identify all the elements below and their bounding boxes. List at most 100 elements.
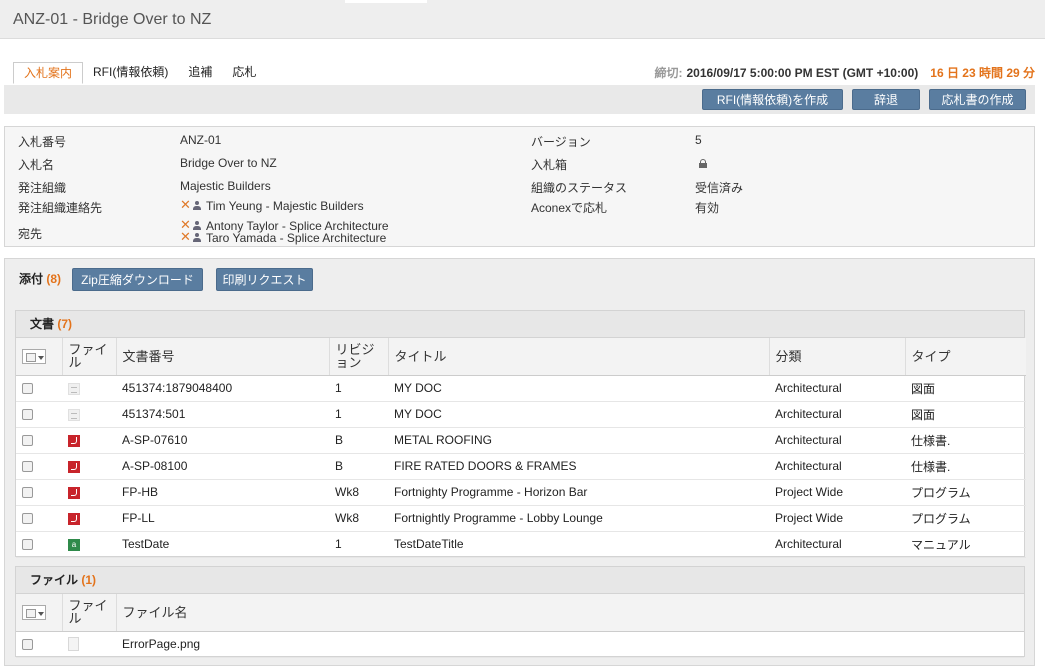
documents-label: 文書 xyxy=(30,317,55,331)
files-header-row: ファイル ファイル名 xyxy=(16,594,1024,632)
type: 仕様書. xyxy=(905,453,1026,480)
type: プログラム xyxy=(905,479,1026,506)
col-title[interactable]: タイトル xyxy=(387,338,769,376)
table-row[interactable]: ErrorPage.png xyxy=(16,631,1024,658)
image-file-icon[interactable] xyxy=(68,637,79,652)
documents-header-row: ファイル 文書番号 リビジョン タイトル 分類 タイプ xyxy=(16,338,1026,376)
file-name[interactable]: ErrorPage.png xyxy=(116,631,1024,658)
col-file[interactable]: ファイル xyxy=(61,338,116,376)
select-all-dropdown[interactable] xyxy=(22,604,46,620)
category: Project Wide xyxy=(769,479,905,506)
recipient-2-name[interactable]: Taro Yamada - Splice Architecture xyxy=(206,231,386,245)
deadline: 締切: 2016/09/17 5:00:00 PM EST (GMT +10:00… xyxy=(655,64,1036,81)
col-type[interactable]: タイプ xyxy=(904,338,1026,376)
select-all-dropdown[interactable] xyxy=(22,348,46,364)
issuer-contact-label: 発注組織連絡先 xyxy=(18,201,103,215)
pdf-file-icon[interactable] xyxy=(68,460,80,473)
row-checkbox[interactable] xyxy=(22,461,33,473)
col-file[interactable]: ファイル xyxy=(61,594,116,632)
files-label: ファイル xyxy=(30,573,79,587)
revision: Wk8 xyxy=(329,479,388,506)
version-label: バージョン xyxy=(531,135,591,149)
lock-icon xyxy=(699,157,707,171)
tab-bar: 入札案内 RFI(情報依頼) 追補 応札 xyxy=(13,62,266,84)
recipient-2: ✕ Taro Yamada - Splice Architecture xyxy=(180,229,386,245)
documents-panel: 文書 (7) ファイル 文書番号 リビジョン タイトル 分類 タイプ 45137… xyxy=(15,310,1026,558)
select-all-cell xyxy=(16,594,62,632)
type: プログラム xyxy=(905,505,1026,532)
doc-no[interactable]: 451374:1879048400 xyxy=(116,375,329,402)
attachments-label: 添付 xyxy=(19,272,44,286)
version-value: 5 xyxy=(695,133,702,147)
revision: 1 xyxy=(329,375,388,402)
zip-download-button[interactable]: Zip圧縮ダウンロード xyxy=(72,268,203,291)
contact-person-icon: ✕ xyxy=(180,197,202,212)
doc-file-icon[interactable] xyxy=(68,408,80,421)
attachments-section: 添付 (8) Zip圧縮ダウンロード 印刷リクエスト 文書 (7) ファイル 文… xyxy=(4,258,1035,666)
revision: Wk8 xyxy=(329,505,388,532)
row-checkbox[interactable] xyxy=(22,539,33,551)
row-checkbox[interactable] xyxy=(22,513,33,525)
row-checkbox[interactable] xyxy=(22,409,33,421)
select-all-cell xyxy=(16,338,62,376)
aconex-response-value: 有効 xyxy=(695,201,720,215)
table-row[interactable]: a TestDate 1 TestDateTitle Architectural… xyxy=(16,531,1026,558)
revision: 1 xyxy=(329,401,388,428)
doc-no[interactable]: FP-LL xyxy=(116,505,329,532)
col-category[interactable]: 分類 xyxy=(768,338,905,376)
tab-tender-info[interactable]: 入札案内 xyxy=(13,62,84,84)
doc-no[interactable]: FP-HB xyxy=(116,479,329,506)
tab-rfi[interactable]: RFI(情報依頼) xyxy=(83,62,178,84)
title: METAL ROOFING xyxy=(388,427,769,454)
active-window-tab-marker xyxy=(345,0,427,3)
table-row[interactable]: FP-LL Wk8 Fortnightly Programme - Lobby … xyxy=(16,505,1026,532)
tender-name-value: Bridge Over to NZ xyxy=(180,156,277,170)
category: Architectural xyxy=(769,427,905,454)
table-row[interactable]: 451374:501 1 MY DOC Architectural 図面 xyxy=(16,401,1026,428)
category: Architectural xyxy=(769,531,905,558)
tender-name-label: 入札名 xyxy=(18,158,55,172)
doc-no[interactable]: A-SP-08100 xyxy=(116,453,329,480)
tab-response[interactable]: 応札 xyxy=(222,62,266,84)
spreadsheet-file-icon[interactable]: a xyxy=(68,538,80,551)
tender-box-label: 入札箱 xyxy=(531,158,568,172)
row-checkbox[interactable] xyxy=(22,383,33,395)
attachments-header: 添付 (8) xyxy=(19,270,61,287)
aconex-response-label: Aconexで応札 xyxy=(531,201,608,215)
doc-no[interactable]: TestDate xyxy=(116,531,329,558)
issuer-contact: ✕ Tim Yeung - Majestic Builders xyxy=(180,197,364,213)
create-rfi-button[interactable]: RFI(情報依頼)を作成 xyxy=(702,89,843,110)
action-bar: RFI(情報依頼)を作成 辞退 応札書の作成 xyxy=(4,85,1035,114)
org-status-value: 受信済み xyxy=(695,181,744,195)
row-checkbox[interactable] xyxy=(22,487,33,499)
pdf-file-icon[interactable] xyxy=(68,434,80,447)
deadline-value: 2016/09/17 5:00:00 PM EST (GMT +10:00) xyxy=(686,66,919,80)
type: 仕様書. xyxy=(905,427,1026,454)
table-row[interactable]: 451374:1879048400 1 MY DOC Architectural… xyxy=(16,375,1026,402)
print-request-button[interactable]: 印刷リクエスト xyxy=(216,268,313,291)
decline-button[interactable]: 辞退 xyxy=(852,89,920,110)
issuer-value: Majestic Builders xyxy=(180,179,271,193)
doc-no[interactable]: A-SP-07610 xyxy=(116,427,329,454)
col-doc-no[interactable]: 文書番号 xyxy=(115,338,329,376)
table-row[interactable]: FP-HB Wk8 Fortnighty Programme - Horizon… xyxy=(16,479,1026,506)
doc-no[interactable]: 451374:501 xyxy=(116,401,329,428)
type: 図面 xyxy=(905,401,1026,428)
create-response-button[interactable]: 応札書の作成 xyxy=(929,89,1026,110)
doc-file-icon[interactable] xyxy=(68,382,80,395)
title: MY DOC xyxy=(388,401,769,428)
deadline-label: 締切: xyxy=(654,66,683,80)
type: 図面 xyxy=(905,375,1026,402)
title: Fortnighty Programme - Horizon Bar xyxy=(388,479,769,506)
tab-addenda[interactable]: 追補 xyxy=(178,62,222,84)
col-revision[interactable]: リビジョン xyxy=(328,338,388,376)
row-checkbox[interactable] xyxy=(22,435,33,447)
table-row[interactable]: A-SP-08100 B FIRE RATED DOORS & FRAMES A… xyxy=(16,453,1026,480)
pdf-file-icon[interactable] xyxy=(68,486,80,499)
col-file-name[interactable]: ファイル名 xyxy=(115,594,1024,632)
issuer-contact-name[interactable]: Tim Yeung - Majestic Builders xyxy=(206,199,364,213)
pdf-file-icon[interactable] xyxy=(68,512,80,525)
table-row[interactable]: A-SP-07610 B METAL ROOFING Architectural… xyxy=(16,427,1026,454)
tender-no-label: 入札番号 xyxy=(18,135,67,149)
row-checkbox[interactable] xyxy=(22,639,33,651)
